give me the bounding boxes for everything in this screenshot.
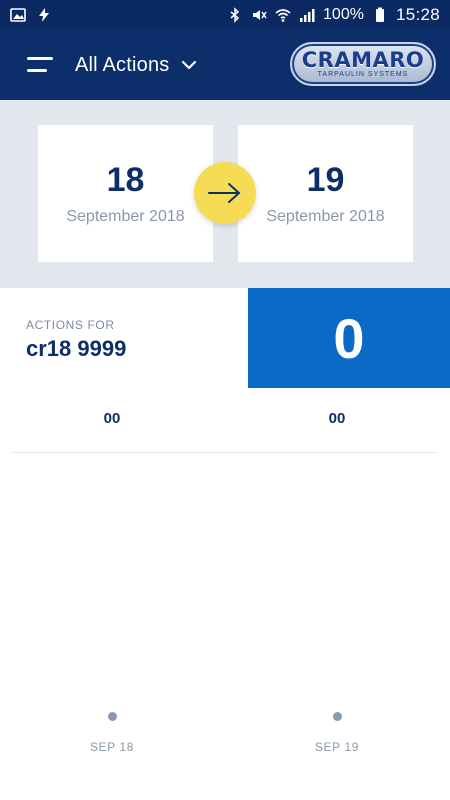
end-date-card[interactable]: 19 September 2018 bbox=[238, 125, 413, 262]
signal-icon bbox=[300, 9, 315, 22]
mute-icon bbox=[253, 10, 267, 20]
actions-count: 0 bbox=[248, 288, 450, 388]
logo-subtext: TARPAULIN SYSTEMS bbox=[317, 71, 409, 78]
vehicle-id: cr18 9999 bbox=[26, 336, 127, 361]
summary-info: ACTIONS FOR cr18 9999 bbox=[0, 288, 248, 388]
battery-icon bbox=[375, 7, 384, 22]
chevron-down-icon bbox=[182, 60, 197, 70]
summary-label: ACTIONS FOR bbox=[26, 318, 115, 332]
chart-date-1: SEP 18 bbox=[89, 740, 135, 754]
chart-point-1 bbox=[108, 712, 117, 721]
start-date-month: September 2018 bbox=[66, 207, 185, 225]
image-icon bbox=[10, 8, 26, 22]
chart-values-row: 00 00 bbox=[0, 410, 450, 440]
chart-date-2: SEP 19 bbox=[314, 740, 360, 754]
hamburger-icon bbox=[27, 57, 53, 73]
end-date-day: 19 bbox=[306, 160, 345, 199]
chart-point-2 bbox=[333, 712, 342, 721]
wifi-icon bbox=[275, 9, 291, 22]
logo-text: CRAMARO bbox=[301, 48, 425, 72]
menu-button[interactable] bbox=[10, 30, 70, 100]
end-date-month: September 2018 bbox=[266, 207, 385, 225]
status-time: 15:28 bbox=[395, 5, 440, 24]
start-date-day: 18 bbox=[106, 160, 145, 199]
chart-value-2: 00 bbox=[328, 410, 346, 427]
battery-percent: 100% bbox=[323, 6, 364, 23]
status-right: 100% 15:28 bbox=[227, 5, 440, 25]
chart-value-1: 00 bbox=[103, 410, 121, 427]
date-range-panel: 18 September 2018 19 September 2018 bbox=[0, 100, 450, 288]
action-filter-dropdown[interactable]: All Actions bbox=[75, 54, 197, 77]
date-range-arrow-button[interactable] bbox=[194, 162, 256, 224]
arrow-right-icon bbox=[208, 183, 240, 203]
page-title: All Actions bbox=[75, 53, 170, 76]
start-date-card[interactable]: 18 September 2018 bbox=[38, 125, 213, 262]
status-left bbox=[10, 7, 52, 23]
cramaro-logo: CRAMARO TARPAULIN SYSTEMS bbox=[290, 42, 436, 86]
divider bbox=[12, 452, 438, 453]
status-bar: 100% 15:28 bbox=[0, 0, 450, 30]
flash-icon bbox=[39, 8, 49, 22]
bluetooth-icon bbox=[230, 7, 240, 23]
app-bar: All Actions CRAMARO TARPAULIN SYSTEMS bbox=[0, 30, 450, 100]
actions-summary: ACTIONS FOR cr18 9999 0 bbox=[0, 288, 450, 388]
